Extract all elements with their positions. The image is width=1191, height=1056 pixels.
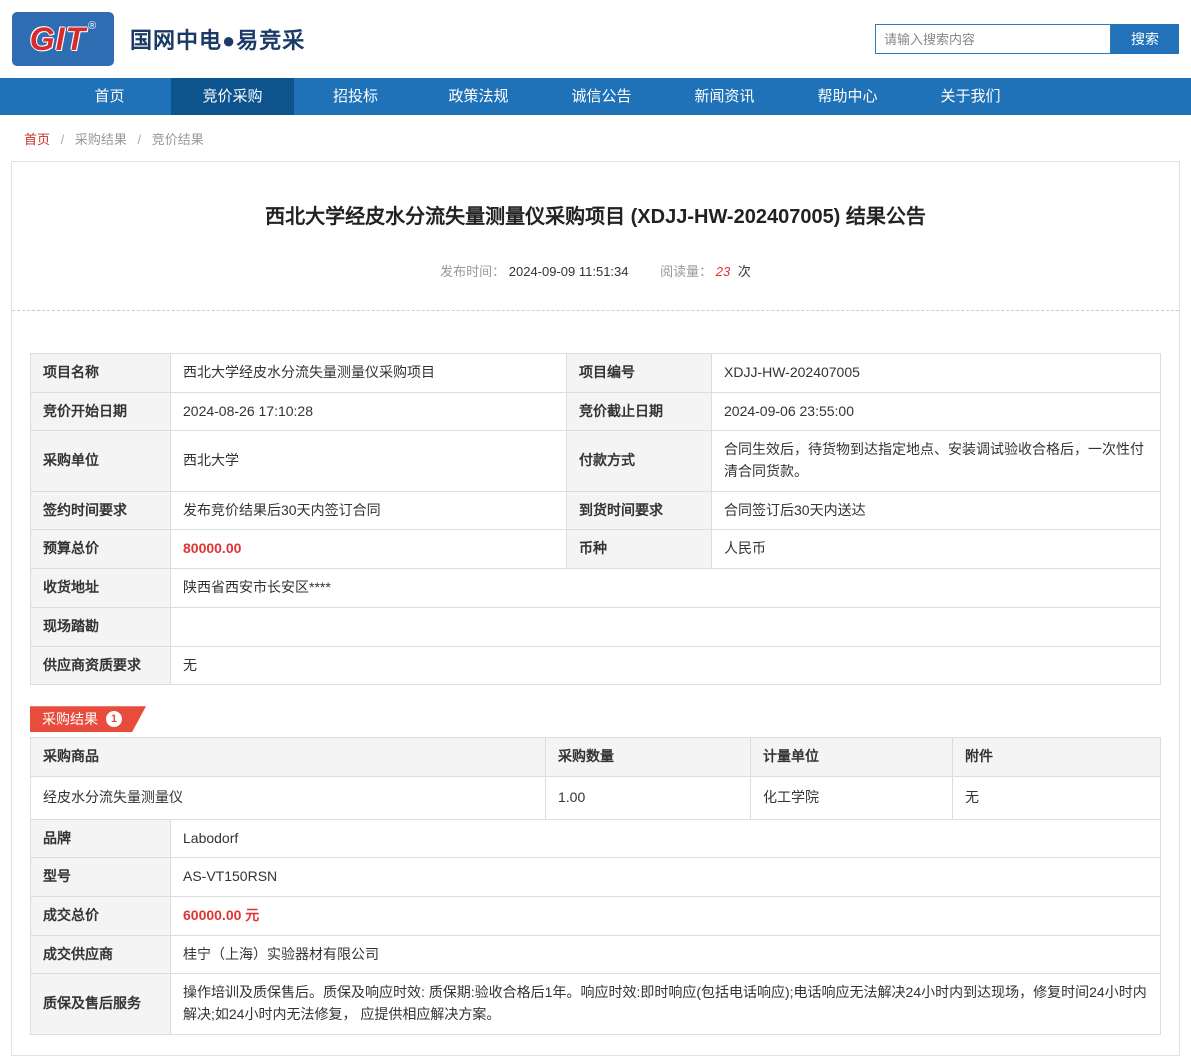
site-survey-label: 现场踏勘 bbox=[30, 606, 171, 647]
purchase-result-count: 1 bbox=[106, 711, 122, 727]
delivery-time-label: 到货时间要求 bbox=[566, 490, 712, 531]
table-row: 预算总价 80000.00 币种 人民币 bbox=[30, 529, 1161, 570]
nav-item-home[interactable]: 首页 bbox=[48, 78, 171, 115]
bid-end-label: 竞价截止日期 bbox=[566, 391, 712, 432]
purchase-result-badge: 采购结果 1 bbox=[30, 706, 146, 732]
nav-item-about-us[interactable]: 关于我们 bbox=[909, 78, 1032, 115]
currency-value: 人民币 bbox=[711, 529, 1161, 570]
column-attachment: 附件 bbox=[952, 737, 1161, 777]
column-quantity: 采购数量 bbox=[545, 737, 751, 777]
table-row: 品牌 Labodorf bbox=[30, 818, 1161, 859]
product-unit: 化工学院 bbox=[750, 775, 953, 820]
supplier-label: 成交供应商 bbox=[30, 934, 171, 975]
purchase-result-detail-table: 品牌 Labodorf 型号 AS-VT150RSN 成交总价 60000.00… bbox=[30, 818, 1161, 1035]
brand-label: 品牌 bbox=[30, 818, 171, 859]
nav-item-news[interactable]: 新闻资讯 bbox=[663, 78, 786, 115]
table-row: 现场踏勘 bbox=[30, 606, 1161, 647]
publish-time-value: 2024-09-09 11:51:34 bbox=[508, 264, 629, 279]
product-attachment: 无 bbox=[952, 775, 1161, 820]
nav-item-help-center[interactable]: 帮助中心 bbox=[786, 78, 909, 115]
bid-end-value: 2024-09-06 23:55:00 bbox=[711, 391, 1161, 432]
site-survey-value bbox=[170, 606, 1161, 647]
table-row: 采购单位 西北大学 付款方式 合同生效后，待货物到达指定地点、安装调试验收合格后… bbox=[30, 430, 1161, 492]
model-label: 型号 bbox=[30, 857, 171, 897]
search-bar: 搜索 bbox=[875, 24, 1179, 54]
product-name: 经皮水分流失量测量仪 bbox=[30, 775, 546, 820]
purchase-result-badge-label: 采购结果 bbox=[42, 711, 98, 728]
breadcrumb-separator: / bbox=[60, 132, 65, 147]
project-info-table: 项目名称 西北大学经皮水分流失量测量仪采购项目 项目编号 XDJJ-HW-202… bbox=[30, 353, 1161, 686]
budget-value: 80000.00 bbox=[170, 529, 567, 570]
nav-item-policy[interactable]: 政策法规 bbox=[417, 78, 540, 115]
views-count: 23 bbox=[715, 264, 731, 279]
views-label: 阅读量： bbox=[660, 264, 713, 279]
dashed-divider bbox=[12, 310, 1179, 311]
page-title: 西北大学经皮水分流失量测量仪采购项目 (XDJJ-HW-202407005) 结… bbox=[265, 206, 926, 228]
brand-value: Labodorf bbox=[170, 818, 1161, 859]
column-product: 采购商品 bbox=[30, 737, 546, 777]
breadcrumb-bidding-results: 竞价结果 bbox=[151, 132, 204, 147]
supplier-value: 桂宁（上海）实验器材有限公司 bbox=[170, 934, 1161, 975]
payment-label: 付款方式 bbox=[566, 430, 712, 492]
announcement-card: 西北大学经皮水分流失量测量仪采购项目 (XDJJ-HW-202407005) 结… bbox=[11, 161, 1180, 1056]
table-row: 成交总价 60000.00 元 bbox=[30, 895, 1161, 936]
logo-registered-mark: ® bbox=[88, 20, 97, 32]
model-value: AS-VT150RSN bbox=[170, 857, 1161, 897]
search-input[interactable] bbox=[875, 24, 1111, 54]
views-unit: 次 bbox=[737, 264, 751, 279]
nav-item-bidding-purchase[interactable]: 竞价采购 bbox=[171, 78, 294, 115]
payment-value: 合同生效后，待货物到达指定地点、安装调试验收合格后，一次性付清合同货款。 bbox=[711, 430, 1161, 492]
main-navigation: 首页 竞价采购 招投标 政策法规 诚信公告 新闻资讯 帮助中心 关于我们 bbox=[0, 78, 1191, 115]
table-row: 供应商资质要求 无 bbox=[30, 645, 1161, 686]
nav-item-integrity-notice[interactable]: 诚信公告 bbox=[540, 78, 663, 115]
deal-total-label: 成交总价 bbox=[30, 895, 171, 936]
after-sales-label: 质保及售后服务 bbox=[30, 973, 171, 1035]
after-sales-value: 操作培训及质保售后。质保及响应时效: 质保期:验收合格后1年。响应时效:即时响应… bbox=[170, 973, 1161, 1035]
table-row: 项目名称 西北大学经皮水分流失量测量仪采购项目 项目编号 XDJJ-HW-202… bbox=[30, 353, 1161, 393]
qualification-value: 无 bbox=[170, 645, 1161, 686]
sign-time-label: 签约时间要求 bbox=[30, 490, 171, 531]
breadcrumb-separator: / bbox=[137, 132, 142, 147]
bid-start-value: 2024-08-26 17:10:28 bbox=[170, 391, 567, 432]
delivery-time-value: 合同签订后30天内送达 bbox=[711, 490, 1161, 531]
product-quantity: 1.00 bbox=[545, 775, 751, 820]
publish-time-label: 发布时间： bbox=[440, 264, 506, 279]
deal-total-value: 60000.00 元 bbox=[170, 895, 1161, 936]
currency-label: 币种 bbox=[566, 529, 712, 570]
table-row: 签约时间要求 发布竞价结果后30天内签订合同 到货时间要求 合同签订后30天内送… bbox=[30, 490, 1161, 531]
project-name-value: 西北大学经皮水分流失量测量仪采购项目 bbox=[170, 353, 567, 393]
site-title: 国网中电●易竞采 bbox=[130, 28, 306, 53]
breadcrumb-purchase-results[interactable]: 采购结果 bbox=[75, 132, 127, 147]
logo-git-text: GIT bbox=[29, 20, 87, 57]
purchase-result-table: 采购商品 采购数量 计量单位 附件 经皮水分流失量测量仪 1.00 化工学院 无 bbox=[30, 737, 1161, 820]
bid-start-label: 竞价开始日期 bbox=[30, 391, 171, 432]
address-value: 陕西省西安市长安区**** bbox=[170, 568, 1161, 608]
article-meta: 发布时间： 2024-09-09 11:51:34 阅读量： 23 次 bbox=[12, 261, 1179, 280]
site-logo[interactable]: GIT ® bbox=[12, 12, 114, 66]
table-row: 竞价开始日期 2024-08-26 17:10:28 竞价截止日期 2024-0… bbox=[30, 391, 1161, 432]
qualification-label: 供应商资质要求 bbox=[30, 645, 171, 686]
breadcrumb-home[interactable]: 首页 bbox=[24, 132, 50, 147]
table-row: 收货地址 陕西省西安市长安区**** bbox=[30, 568, 1161, 608]
buyer-label: 采购单位 bbox=[30, 430, 171, 492]
table-row: 成交供应商 桂宁（上海）实验器材有限公司 bbox=[30, 934, 1161, 975]
project-no-label: 项目编号 bbox=[566, 353, 712, 393]
nav-item-tender[interactable]: 招投标 bbox=[294, 78, 417, 115]
project-name-label: 项目名称 bbox=[30, 353, 171, 393]
search-button[interactable]: 搜索 bbox=[1111, 24, 1179, 54]
table-row: 经皮水分流失量测量仪 1.00 化工学院 无 bbox=[30, 775, 1161, 820]
sign-time-value: 发布竞价结果后30天内签订合同 bbox=[170, 490, 567, 531]
top-header: GIT ® 国网中电●易竞采 搜索 bbox=[0, 0, 1191, 78]
budget-label: 预算总价 bbox=[30, 529, 171, 570]
column-unit: 计量单位 bbox=[750, 737, 953, 777]
breadcrumb: 首页 / 采购结果 / 竞价结果 bbox=[0, 115, 1191, 161]
project-no-value: XDJJ-HW-202407005 bbox=[711, 353, 1161, 393]
address-label: 收货地址 bbox=[30, 568, 171, 608]
buyer-value: 西北大学 bbox=[170, 430, 567, 492]
table-header-row: 采购商品 采购数量 计量单位 附件 bbox=[30, 737, 1161, 777]
table-row: 型号 AS-VT150RSN bbox=[30, 857, 1161, 897]
table-row: 质保及售后服务 操作培训及质保售后。质保及响应时效: 质保期:验收合格后1年。响… bbox=[30, 973, 1161, 1035]
